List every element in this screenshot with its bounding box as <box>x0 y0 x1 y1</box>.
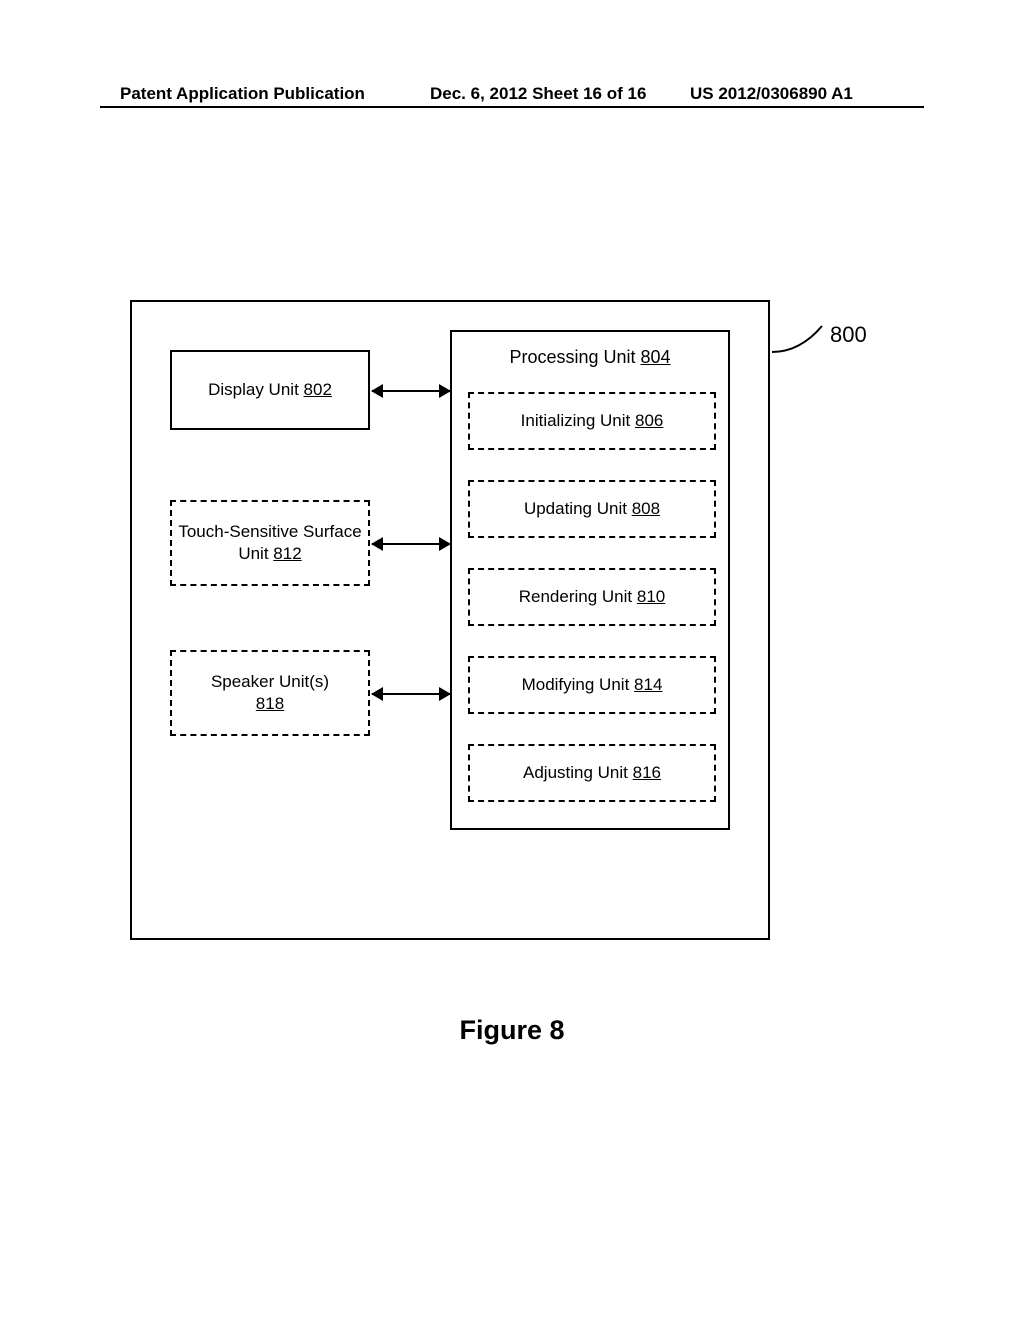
arrow-speaker-processing <box>372 693 450 695</box>
arrow-display-processing <box>372 390 450 392</box>
modifying-unit-box: Modifying Unit 814 <box>468 656 716 714</box>
diagram: 800 Display Unit 802 Touch-Sensitive Sur… <box>130 300 770 940</box>
rendering-unit-label: Rendering Unit 810 <box>519 586 666 608</box>
updating-unit-box: Updating Unit 808 <box>468 480 716 538</box>
arrow-touch-processing <box>372 543 450 545</box>
rendering-unit-box: Rendering Unit 810 <box>468 568 716 626</box>
processing-unit-label: Processing Unit 804 <box>452 346 728 369</box>
modifying-unit-label: Modifying Unit 814 <box>522 674 663 696</box>
header-patnum: US 2012/0306890 A1 <box>690 84 853 104</box>
speaker-unit-box: Speaker Unit(s)818 <box>170 650 370 736</box>
processing-unit-box: Processing Unit 804 Initializing Unit 80… <box>450 330 730 830</box>
header-date: Dec. 6, 2012 Sheet 16 of 16 <box>430 84 646 104</box>
device-ref-number: 800 <box>830 322 867 348</box>
header-pub: Patent Application Publication <box>120 84 365 104</box>
header-divider <box>100 106 924 108</box>
adjusting-unit-label: Adjusting Unit 816 <box>523 762 661 784</box>
figure-caption: Figure 8 <box>0 1015 1024 1046</box>
initializing-unit-label: Initializing Unit 806 <box>521 410 664 432</box>
display-unit-box: Display Unit 802 <box>170 350 370 430</box>
adjusting-unit-box: Adjusting Unit 816 <box>468 744 716 802</box>
speaker-unit-label: Speaker Unit(s)818 <box>211 671 329 715</box>
display-unit-label: Display Unit 802 <box>208 379 332 401</box>
updating-unit-label: Updating Unit 808 <box>524 498 660 520</box>
ref-leader-line <box>770 324 828 354</box>
initializing-unit-box: Initializing Unit 806 <box>468 392 716 450</box>
touch-surface-unit-label: Touch-Sensitive Surface Unit 812 <box>176 521 364 565</box>
touch-surface-unit-box: Touch-Sensitive Surface Unit 812 <box>170 500 370 586</box>
